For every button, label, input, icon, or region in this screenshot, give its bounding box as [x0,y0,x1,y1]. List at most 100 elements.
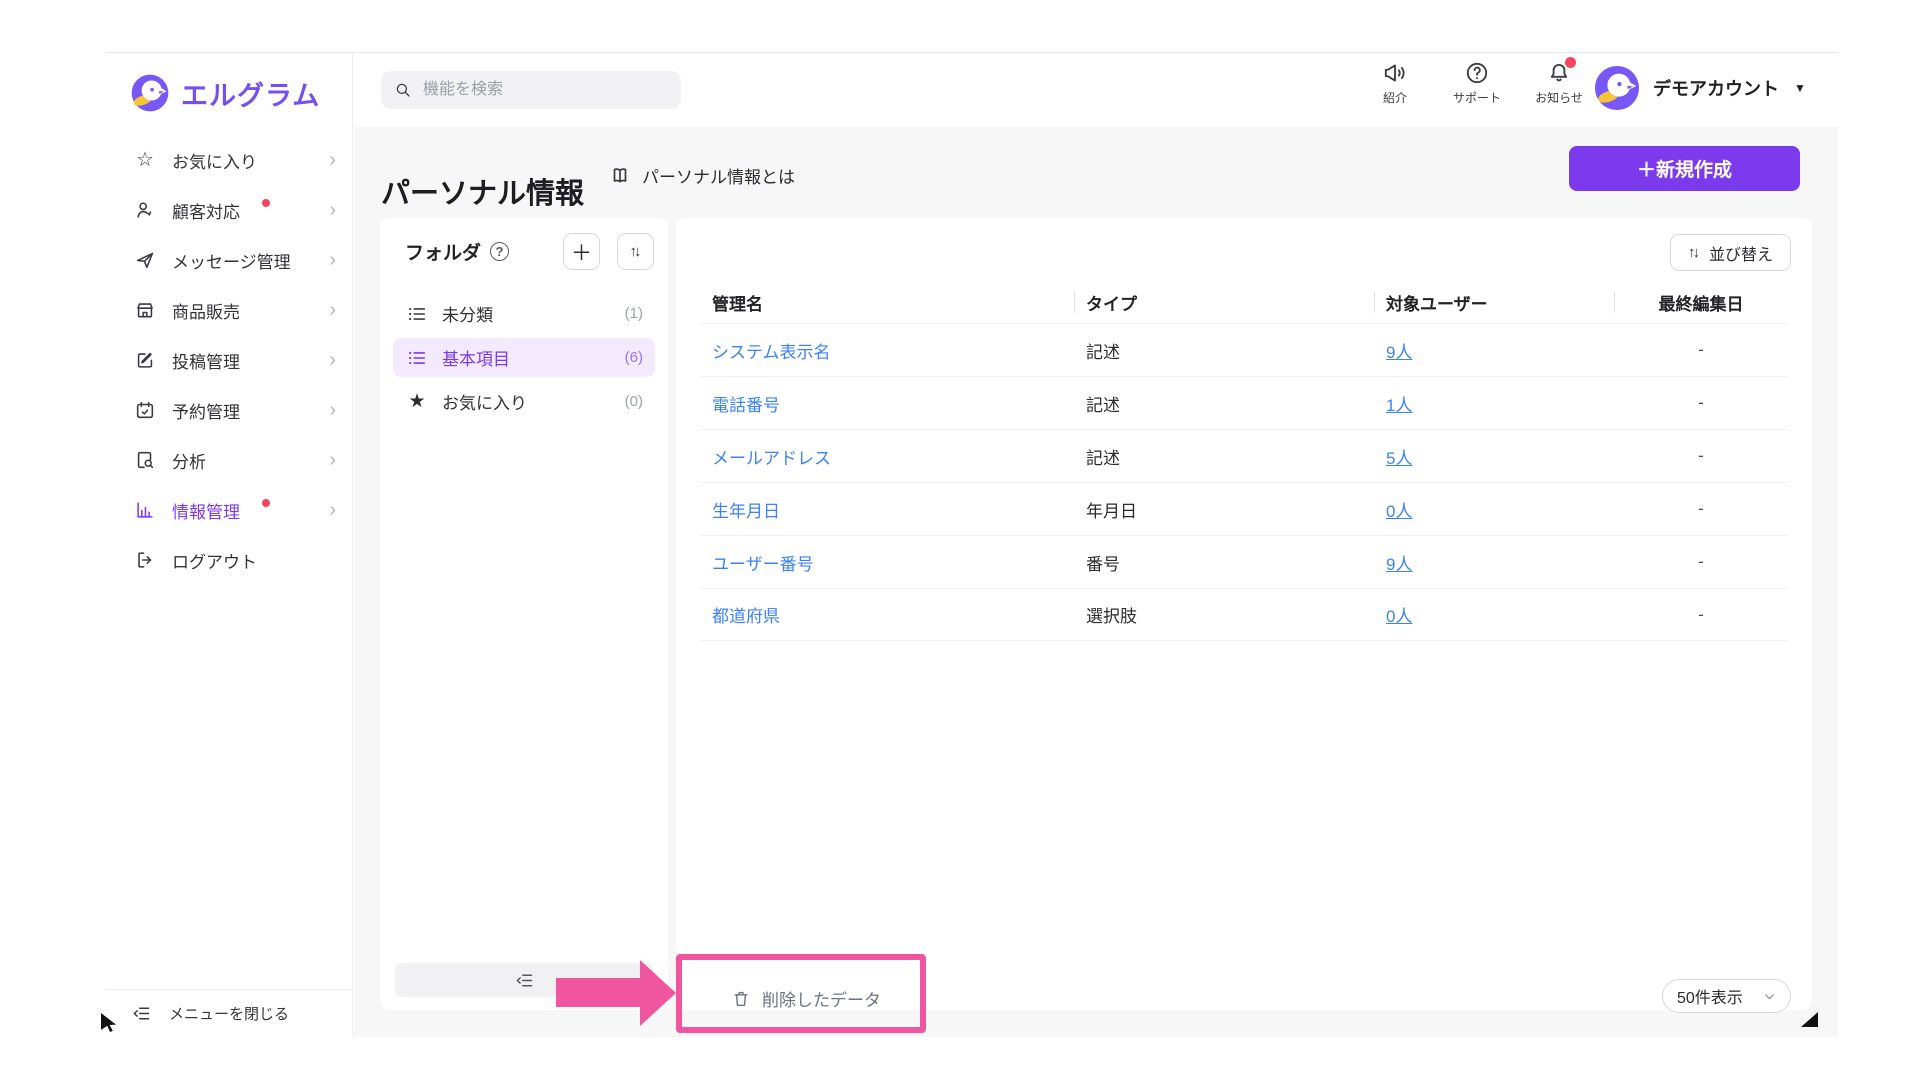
folder-item-basic-fields[interactable]: 基本項目 (6) [393,338,655,377]
table-row: ユーザー番号 番号 9人 - [700,535,1788,588]
page-help-link[interactable]: パーソナル情報とは [608,163,795,188]
sidebar-item-label: 分析 [172,448,206,473]
add-folder-button[interactable]: ＋ [563,233,600,270]
corner-cursor [1801,1012,1818,1027]
sidebar-item-favorites[interactable]: ☆ お気に入り › [106,135,352,185]
field-type: 記述 [1074,338,1374,363]
target-users-link[interactable]: 5人 [1386,449,1412,468]
field-name-link[interactable]: システム表示名 [712,343,831,362]
sidebar-item-logout[interactable]: ログアウト [106,535,352,585]
help-icon [1464,60,1490,86]
collapse-panel-icon [514,970,535,991]
notification-dot [262,199,270,207]
field-type: 年月日 [1074,497,1374,522]
collapse-menu-icon [131,1003,152,1024]
field-type: 記述 [1074,391,1374,416]
target-users-link[interactable]: 0人 [1386,502,1412,521]
sort-folders-button[interactable]: ↑↓ [617,233,654,270]
notification-badge [1565,57,1576,68]
close-menu-label: メニューを閉じる [169,1003,289,1024]
star-filled-icon: ★ [406,392,428,411]
customer-icon [133,199,157,221]
edit-icon [133,349,157,371]
sidebar-item-analysis[interactable]: 分析 › [106,435,352,485]
header-actions: 紹介 サポート お知らせ [1364,60,1590,106]
field-name-link[interactable]: メールアドレス [712,449,831,468]
sidebar-item-post-management[interactable]: 投稿管理 › [106,335,352,385]
megaphone-icon [1382,60,1408,86]
sidebar-item-label: 投稿管理 [172,348,240,373]
sort-table-label: 並び替え [1709,241,1773,265]
fields-panel: ↑↓ 並び替え 管理名 タイプ 対象ユーザー 最終編集日 システム表示名 記述 … [676,218,1812,1010]
notifications-button[interactable]: お知らせ [1528,60,1590,106]
sidebar: エルグラム ☆ お気に入り › 顧客対応 › メッセージ管理 › 商品販売 [106,53,353,1037]
folder-list: 未分類 (1) 基本項目 (6) ★ お気に入り (0) [380,294,668,421]
sidebar-item-product-sales[interactable]: 商品販売 › [106,285,352,335]
table-header-row: 管理名 タイプ 対象ユーザー 最終編集日 [700,281,1788,323]
chevron-right-icon: › [329,250,336,270]
store-icon [133,299,157,321]
sort-table-button[interactable]: ↑↓ 並び替え [1670,234,1791,271]
sidebar-item-reservation-management[interactable]: 予約管理 › [106,385,352,435]
sidebar-item-message-management[interactable]: メッセージ管理 › [106,235,352,285]
intro-button[interactable]: 紹介 [1364,60,1426,106]
field-type: 記述 [1074,444,1374,469]
search-icon [394,81,412,99]
field-name-link[interactable]: ユーザー番号 [712,555,814,574]
account-menu[interactable]: デモアカウント ▼ [1594,65,1806,111]
sidebar-item-label: メッセージ管理 [172,248,291,273]
trash-icon [731,989,751,1009]
target-users-link[interactable]: 1人 [1386,396,1412,415]
logout-icon [133,549,157,571]
last-edited: - [1614,340,1788,360]
sort-arrows-icon: ↑↓ [1688,244,1700,261]
deleted-data-button[interactable]: 削除したデータ [725,985,887,1012]
create-new-button[interactable]: ＋新規作成 [1569,146,1800,191]
sidebar-item-label: 情報管理 [172,498,240,523]
search-input[interactable] [421,80,668,100]
brand-name: エルグラム [181,74,320,113]
fields-table: 管理名 タイプ 対象ユーザー 最終編集日 システム表示名 記述 9人 - 電話番… [700,281,1788,641]
page-help-label: パーソナル情報とは [642,163,795,188]
last-edited: - [1614,499,1788,519]
folder-item-favorites[interactable]: ★ お気に入り (0) [393,382,655,421]
sidebar-item-label: ログアウト [172,548,257,573]
brand-logo[interactable]: エルグラム [106,53,352,113]
folder-panel: フォルダ ? ＋ ↑↓ 未分類 (1) 基本項目 (6) ★ [380,218,668,1010]
sort-arrows-icon: ↑↓ [630,243,642,260]
folder-item-count: (6) [625,349,643,366]
support-button[interactable]: サポート [1446,60,1508,106]
target-users-link[interactable]: 9人 [1386,555,1412,574]
field-name-link[interactable]: 都道府県 [712,607,780,626]
search-box[interactable] [381,71,681,109]
table-row: システム表示名 記述 9人 - [700,323,1788,376]
analysis-icon [133,449,157,471]
column-header-name: 管理名 [700,290,1074,315]
target-users-link[interactable]: 9人 [1386,343,1412,362]
field-name-link[interactable]: 電話番号 [712,396,780,415]
chevron-right-icon: › [329,200,336,220]
folder-item-label: 基本項目 [442,345,510,370]
field-type: 選択肢 [1074,602,1374,627]
target-users-link[interactable]: 0人 [1386,607,1412,626]
column-header-users: 対象ユーザー [1374,290,1614,315]
table-row: 電話番号 記述 1人 - [700,376,1788,429]
folder-item-uncategorized[interactable]: 未分類 (1) [393,294,655,333]
folder-item-count: (0) [625,393,643,410]
page-title: パーソナル情報 [381,170,584,212]
close-menu-button[interactable]: メニューを閉じる [106,989,352,1037]
table-row: 都道府県 選択肢 0人 - [700,588,1788,641]
field-name-link[interactable]: 生年月日 [712,502,780,521]
notification-dot [262,499,270,507]
sidebar-item-customer-support[interactable]: 顧客対応 › [106,185,352,235]
list-icon [406,303,428,325]
list-icon [406,347,428,369]
chevron-right-icon: › [329,350,336,370]
collapse-folder-panel-button[interactable] [395,963,653,997]
folder-help-icon[interactable]: ? [490,242,509,261]
sidebar-item-information-management[interactable]: 情報管理 › [106,485,352,535]
page-size-select[interactable]: 50件表示 [1662,979,1791,1013]
last-edited: - [1614,446,1788,466]
calendar-icon [133,399,157,421]
last-edited: - [1614,393,1788,413]
